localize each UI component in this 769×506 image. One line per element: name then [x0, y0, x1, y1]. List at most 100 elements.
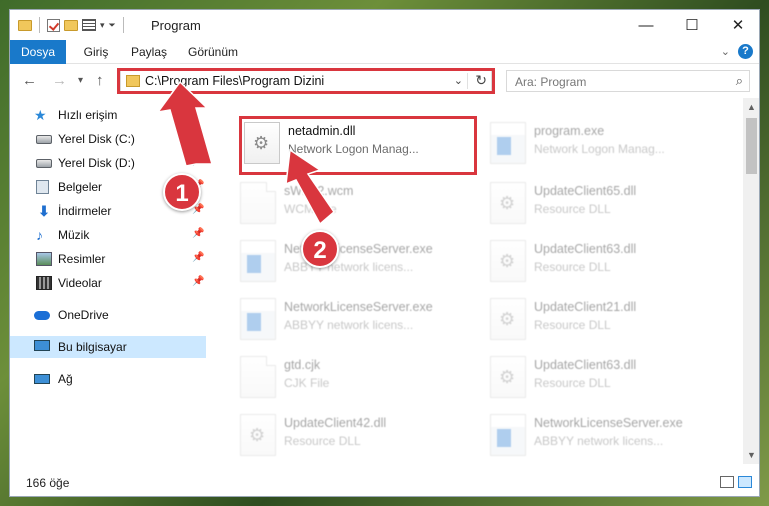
step-1-badge: 1 — [163, 173, 201, 211]
cloud-icon — [34, 311, 50, 320]
sidebar-item-videos[interactable]: Videolar 📌 — [10, 272, 206, 294]
tab-home[interactable]: Giriş — [78, 40, 114, 64]
back-arrow-icon[interactable]: ← — [22, 72, 37, 89]
sidebar-item-label: Resimler — [58, 252, 106, 266]
properties-check-icon[interactable] — [47, 18, 60, 32]
file-item[interactable]: UpdateClient21.dll Resource DLL — [484, 292, 724, 348]
sidebar-item-label: Hızlı erişim — [58, 108, 118, 122]
scroll-down-icon[interactable]: ▼ — [747, 450, 756, 460]
address-highlight-box — [117, 68, 495, 94]
computer-icon — [34, 340, 50, 351]
dll-gear-icon — [490, 356, 526, 398]
tiles-view-icon[interactable] — [738, 476, 752, 488]
quick-access-toolbar: ▾ ⏷ — [18, 17, 127, 33]
file-name: UpdateClient63.dll — [534, 358, 637, 372]
file-item[interactable]: gtd.cjk CJK File — [234, 350, 474, 406]
sidebar-item-this-pc[interactable]: Bu bilgisayar — [10, 336, 206, 358]
pin-icon[interactable]: 📌 — [192, 252, 204, 263]
forward-arrow-icon[interactable]: → — [52, 72, 67, 89]
window-title: Program — [151, 18, 201, 33]
vertical-scrollbar[interactable]: ▲ ▼ — [743, 98, 759, 464]
file-item[interactable]: UpdateClient63.dll Resource DLL — [484, 234, 724, 290]
step-2-badge: 2 — [301, 230, 339, 268]
file-item[interactable]: sWP12.wcm WCM File — [234, 176, 474, 232]
file-description: CJK File — [284, 376, 330, 390]
minimize-button[interactable]: — — [623, 10, 669, 40]
scroll-thumb[interactable] — [746, 118, 757, 174]
close-button[interactable]: ✕ — [715, 10, 759, 40]
sidebar-item-label: Videolar — [58, 276, 102, 290]
tab-file[interactable]: Dosya — [10, 40, 66, 64]
sidebar-item-pictures[interactable]: Resimler 📌 — [10, 248, 206, 270]
file-item[interactable]: NetworkLicenseServer.exe ABBYY network l… — [234, 292, 474, 348]
chevron-down-icon[interactable]: ▾ — [100, 20, 105, 31]
new-folder-icon[interactable] — [64, 19, 78, 31]
file-description: Resource DLL — [534, 202, 611, 216]
pin-icon[interactable]: 📌 — [192, 132, 204, 143]
network-icon — [34, 374, 50, 384]
recent-locations-icon[interactable]: ▾ — [78, 75, 83, 86]
pin-icon[interactable]: 📌 — [192, 276, 204, 287]
toolbar-separator — [39, 17, 40, 33]
file-item[interactable]: UpdateClient42.dll Resource DLL — [234, 408, 474, 464]
sidebar-item-music[interactable]: ♪ Müzik 📌 — [10, 224, 206, 246]
sidebar-item-quick-access[interactable]: ★ Hızlı erişim — [10, 104, 206, 126]
drive-icon — [36, 159, 52, 168]
sidebar-item-disk-d[interactable]: Yerel Disk (D:) 📌 — [10, 152, 206, 174]
tab-share[interactable]: Paylaş — [126, 40, 172, 64]
file-name: UpdateClient42.dll — [284, 416, 387, 430]
file-description: ABBYY network licens... — [534, 434, 664, 448]
download-icon: ⬇ — [38, 203, 50, 219]
pin-icon[interactable]: 📌 — [192, 228, 204, 239]
status-bar: 166 öğe — [10, 464, 759, 496]
drive-icon — [36, 135, 52, 144]
dll-gear-icon — [240, 414, 276, 456]
dll-gear-icon — [490, 182, 526, 224]
maximize-button[interactable]: ☐ — [669, 10, 715, 40]
file-description: Resource DLL — [284, 434, 361, 448]
file-item[interactable]: program.exe Network Logon Manag... — [484, 116, 724, 172]
star-icon: ★ — [34, 107, 47, 123]
exe-icon — [490, 122, 526, 164]
navigation-pane: ★ Hızlı erişim Yerel Disk (C:) 📌 Yerel D… — [10, 98, 206, 464]
title-bar: ▾ ⏷ Program — ☐ ✕ — [10, 10, 759, 40]
sidebar-item-network[interactable]: Ağ — [10, 368, 206, 390]
sidebar-item-disk-c[interactable]: Yerel Disk (C:) 📌 — [10, 128, 206, 150]
file-name: NetworkLicenseServer.exe — [534, 416, 683, 430]
search-placeholder: Ara: Program — [515, 75, 587, 89]
file-item[interactable]: UpdateClient65.dll Resource DLL — [484, 176, 724, 232]
file-name: UpdateClient63.dll — [534, 242, 637, 256]
dll-gear-icon — [490, 298, 526, 340]
file-item[interactable]: NetworkLicenseServer.exe ABBYY network l… — [234, 234, 474, 290]
exe-icon — [490, 414, 526, 456]
sidebar-item-onedrive[interactable]: OneDrive — [10, 304, 206, 326]
toolbar-separator — [122, 17, 124, 33]
details-view-icon[interactable] — [720, 476, 734, 488]
up-arrow-icon[interactable]: ↑ — [96, 72, 104, 89]
chevron-down-icon[interactable]: ⌄ — [721, 45, 730, 58]
customize-toolbar-icon[interactable]: ⏷ — [109, 20, 116, 31]
blank-file-icon — [240, 182, 276, 224]
file-name: gtd.cjk — [284, 358, 321, 372]
sidebar-item-label: Yerel Disk (D:) — [58, 156, 135, 170]
pin-icon[interactable]: 📌 — [192, 156, 204, 167]
ribbon-tabs: Dosya Giriş Paylaş Görünüm ⌄ ? — [10, 40, 759, 64]
file-description: Resource DLL — [534, 376, 611, 390]
help-icon[interactable]: ? — [738, 44, 753, 59]
search-box[interactable]: Ara: Program ⌕ — [506, 70, 750, 92]
rename-icon[interactable] — [82, 19, 96, 31]
sidebar-item-label: İndirmeler — [58, 204, 112, 218]
explorer-window: ▾ ⏷ Program — ☐ ✕ Dosya Giriş Paylaş Gör… — [9, 9, 760, 497]
file-name: UpdateClient65.dll — [534, 184, 637, 198]
search-icon[interactable]: ⌕ — [736, 73, 743, 89]
documents-icon — [36, 180, 49, 194]
file-item[interactable]: UpdateClient63.dll Resource DLL — [484, 350, 724, 406]
file-description: WCM File — [284, 202, 337, 216]
tab-view[interactable]: Görünüm — [182, 40, 244, 64]
file-item[interactable]: NetworkLicenseServer.exe ABBYY network l… — [484, 408, 724, 464]
file-description: ABBYY network licens... — [284, 260, 414, 274]
scroll-up-icon[interactable]: ▲ — [747, 102, 756, 112]
file-highlight-box — [239, 116, 477, 175]
exe-icon — [240, 298, 276, 340]
dll-gear-icon — [490, 240, 526, 282]
